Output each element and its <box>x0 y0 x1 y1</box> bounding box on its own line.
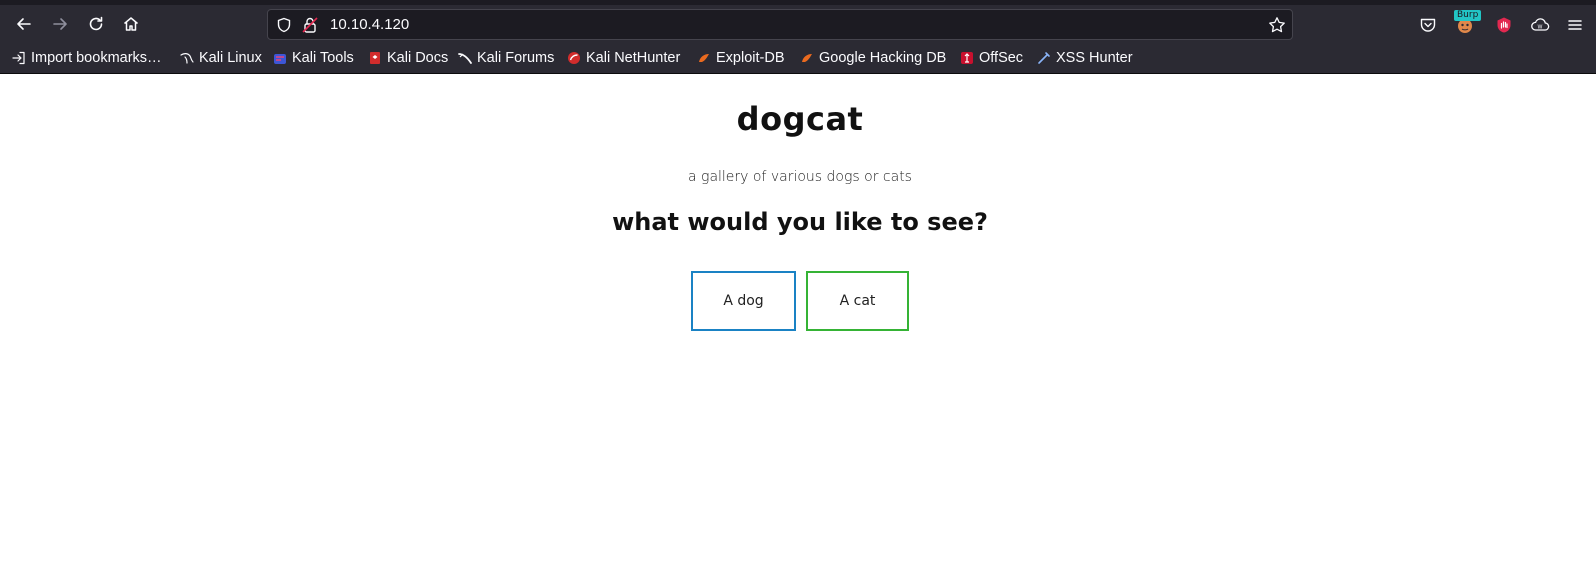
question-heading: what would you like to see? <box>612 208 988 236</box>
bookmark-kali-forums[interactable]: Kali Forums <box>458 50 554 66</box>
app-menu-button[interactable] <box>1565 15 1585 35</box>
nav-toolbar: 10.10.4.120 Burp W <box>0 5 1596 43</box>
xss-hunter-icon <box>1037 51 1051 65</box>
url-text[interactable]: 10.10.4.120 <box>330 16 409 33</box>
ghdb-icon <box>800 51 814 65</box>
import-icon <box>12 51 26 65</box>
bookmark-kali-docs[interactable]: Kali Docs <box>368 50 448 66</box>
exploit-db-icon <box>697 51 711 65</box>
forward-arrow-icon <box>53 18 67 30</box>
bookmark-star-icon[interactable] <box>1268 16 1286 34</box>
bookmark-kali-tools[interactable]: Kali Tools <box>273 50 354 66</box>
hand-stop-icon <box>1497 17 1511 33</box>
kali-docs-icon <box>368 51 382 65</box>
dog-button[interactable]: A dog <box>691 271 796 331</box>
cat-button[interactable]: A cat <box>806 271 909 331</box>
bookmark-kali-linux[interactable]: Kali Linux <box>180 50 262 66</box>
kali-dragon-icon <box>180 51 194 65</box>
bookmark-google-hacking-db[interactable]: Google Hacking DB <box>800 50 946 66</box>
bookmark-label: Kali Linux <box>199 50 262 66</box>
back-arrow-icon <box>17 18 31 30</box>
reload-button[interactable] <box>80 8 112 40</box>
nethunter-icon <box>567 51 581 65</box>
tracking-protection-shield-icon[interactable] <box>276 17 292 33</box>
page-subtitle: a gallery of various dogs or cats <box>688 169 912 185</box>
back-button[interactable] <box>8 8 40 40</box>
cat-button-label: A cat <box>839 293 876 309</box>
pocket-button[interactable] <box>1418 15 1438 35</box>
bookmark-exploit-db[interactable]: Exploit-DB <box>697 50 785 66</box>
dog-button-label: A dog <box>723 293 764 309</box>
page-content: dogcat a gallery of various dogs or cats… <box>0 75 1596 561</box>
ublock-extension-button[interactable] <box>1494 15 1514 35</box>
bookmark-label: Kali Tools <box>292 50 354 66</box>
cloud-extension-icon: W <box>1531 18 1550 31</box>
kali-tools-icon <box>273 51 287 65</box>
page-title: dogcat <box>736 100 864 138</box>
home-button[interactable] <box>115 8 147 40</box>
bookmark-label: Google Hacking DB <box>819 50 947 66</box>
extension-cloud-button[interactable]: W <box>1530 15 1550 35</box>
pocket-icon <box>1420 18 1436 32</box>
bookmark-xss-hunter[interactable]: XSS Hunter <box>1037 50 1133 66</box>
bookmark-label: XSS Hunter <box>1056 50 1133 66</box>
home-icon <box>124 17 138 31</box>
burp-badge: Burp <box>1454 10 1482 21</box>
bookmark-import[interactable]: Import bookmarks… <box>12 50 162 66</box>
address-bar[interactable]: 10.10.4.120 <box>267 9 1293 40</box>
bookmark-label: OffSec <box>979 50 1024 66</box>
bookmark-label: Exploit-DB <box>716 50 785 66</box>
bookmarks-toolbar: Import bookmarks… Kali Linux Kali Tools … <box>0 43 1596 74</box>
kali-forums-icon <box>458 51 472 65</box>
hamburger-menu-icon <box>1568 20 1582 30</box>
bookmark-label: Import bookmarks… <box>31 50 162 66</box>
reload-icon <box>89 16 103 31</box>
svg-text:W: W <box>1538 25 1543 31</box>
bookmark-label: Kali Docs <box>387 50 449 66</box>
bookmark-label: Kali Forums <box>477 50 555 66</box>
insecure-lock-icon[interactable] <box>302 16 318 34</box>
bookmark-offsec[interactable]: OffSec <box>960 50 1023 66</box>
bookmark-kali-nethunter[interactable]: Kali NetHunter <box>567 50 680 66</box>
bookmark-label: Kali NetHunter <box>586 50 681 66</box>
forward-button[interactable] <box>44 8 76 40</box>
offsec-icon <box>960 51 974 65</box>
